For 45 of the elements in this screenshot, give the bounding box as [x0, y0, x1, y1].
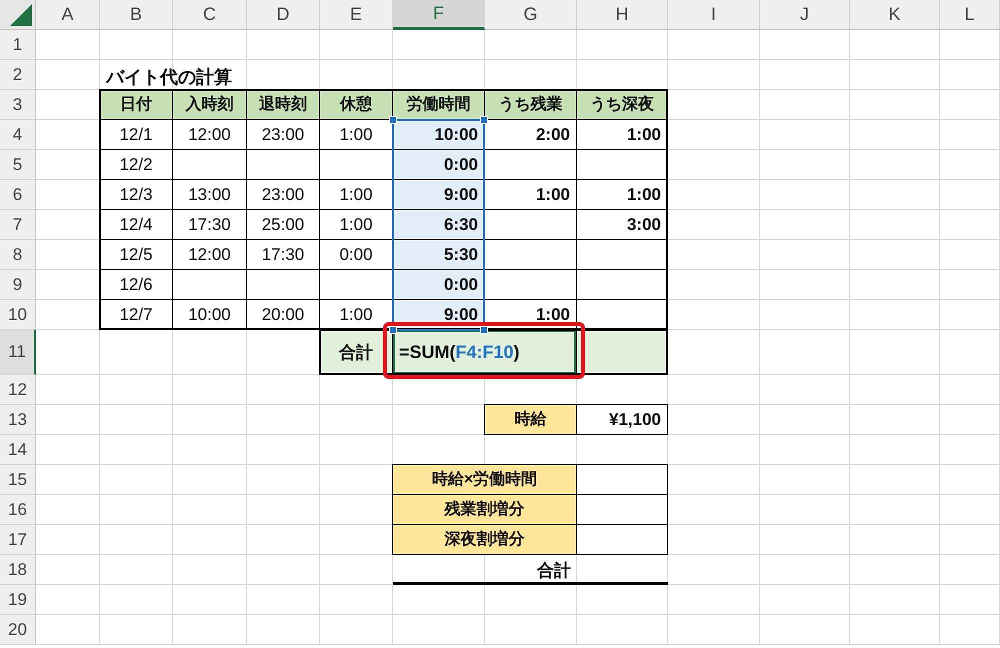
- column-header[interactable]: C: [173, 0, 247, 30]
- row-header[interactable]: 4: [0, 120, 36, 150]
- row-header[interactable]: 19: [0, 585, 36, 615]
- row-header[interactable]: 12: [0, 375, 36, 405]
- row-header[interactable]: 5: [0, 150, 36, 180]
- row-header[interactable]: 1: [0, 30, 36, 60]
- row-header[interactable]: 6: [0, 180, 36, 210]
- row-header[interactable]: 14: [0, 435, 36, 465]
- row-header[interactable]: 13: [0, 405, 36, 435]
- table-cell: 時給×労働時間: [392, 464, 577, 495]
- row-header[interactable]: 16: [0, 495, 36, 525]
- row-header[interactable]: 17: [0, 525, 36, 555]
- column-header[interactable]: B: [100, 0, 173, 30]
- table-cell: 6:30: [392, 209, 485, 240]
- column-header[interactable]: E: [320, 0, 393, 30]
- select-all-button[interactable]: [10, 4, 32, 26]
- row-header[interactable]: 11: [0, 330, 36, 375]
- column-header[interactable]: A: [36, 0, 100, 30]
- table-cell: 0:00: [392, 149, 485, 180]
- table-cell: 0:00: [392, 269, 485, 300]
- column-header[interactable]: K: [850, 0, 940, 30]
- column-header[interactable]: J: [760, 0, 850, 30]
- row-header[interactable]: 9: [0, 270, 36, 300]
- formula-input[interactable]: =SUM(F4:F10): [392, 329, 577, 375]
- row-header[interactable]: 2: [0, 60, 36, 90]
- table-cell: 時給: [484, 404, 577, 435]
- column-header[interactable]: I: [668, 0, 760, 30]
- table-cell-text: 合計: [536, 560, 572, 582]
- column-header[interactable]: D: [247, 0, 320, 30]
- table-cell: 5:30: [392, 239, 485, 270]
- table-cell: 残業割増分: [392, 494, 577, 525]
- row-header[interactable]: 7: [0, 210, 36, 240]
- column-header[interactable]: H: [577, 0, 668, 30]
- row-header[interactable]: 18: [0, 555, 36, 585]
- row-header[interactable]: 20: [0, 615, 36, 645]
- column-header[interactable]: L: [940, 0, 1000, 30]
- column-header[interactable]: F: [393, 0, 485, 30]
- column-header[interactable]: G: [485, 0, 577, 30]
- row-header[interactable]: 15: [0, 465, 36, 495]
- table-cell: 深夜割増分: [392, 524, 577, 555]
- row-header[interactable]: 10: [0, 300, 36, 330]
- row-header[interactable]: 3: [0, 90, 36, 120]
- sheet-title: バイト代の計算: [104, 66, 233, 89]
- row-header[interactable]: 8: [0, 240, 36, 270]
- table-cell: 9:00: [392, 179, 485, 210]
